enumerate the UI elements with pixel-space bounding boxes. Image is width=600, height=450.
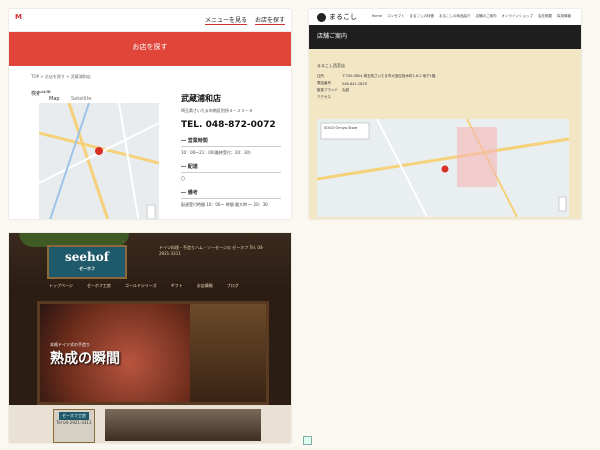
row-key: 住所 [317, 74, 324, 78]
map-graphic: Map Satellite [39, 93, 159, 219]
map-tab-satellite: Satellite [71, 96, 91, 102]
butcher-store-page: M メニューを見る お店を探す お店を探す TOP > お店を探す > 武蔵浦和… [9, 9, 291, 219]
find-store-link[interactable]: お店を探す [254, 17, 285, 25]
menu-item[interactable]: トップページ [49, 283, 73, 288]
page-banner: お店を探す [9, 32, 291, 66]
row-value [342, 94, 439, 101]
menu-item[interactable]: ゴールドシリーズ [125, 283, 157, 288]
nav-item[interactable]: コンセプト [387, 14, 405, 18]
nav-item[interactable]: オンラインショップ [502, 14, 534, 18]
site-header: まるこし Home コンセプト まるこしの特徴 まるこしの商品紹介 店舗のご案内 オンライ… [309, 9, 581, 25]
nav-item[interactable]: 店舗のご案内 [476, 14, 497, 18]
nav-item[interactable]: まるこしの商品紹介 [439, 14, 471, 18]
hero-catchcopy: 本格ドイツ式の手造り 熟成の瞬間 [50, 342, 120, 367]
notes-value: 配達受付時間 10：00～ 時間 最大時 ～ 20：30 [181, 202, 268, 207]
nav-item[interactable]: Home [372, 14, 382, 18]
store-photo [105, 409, 261, 441]
seehof-sign-logo[interactable]: seehof ゼーホフ [47, 245, 127, 279]
notes-heading: ― 備考 [181, 189, 281, 199]
top-nav: Home コンセプト まるこしの特徴 まるこしの商品紹介 店舗のご案内 オンラインショップ… [367, 14, 571, 19]
menu-item[interactable]: ブログ [227, 283, 239, 288]
row-value: 048-641-1829 [342, 81, 367, 86]
details-row: 電話番号 048-641-1829 [317, 80, 439, 87]
page-title-bar: 店舗ご案内 [309, 25, 581, 49]
store-map[interactable]: Map Satellite [39, 93, 159, 219]
map-graphic: SOGO Omiya Store [317, 119, 569, 217]
site-logo[interactable]: M [15, 13, 22, 21]
breadcrumb[interactable]: TOP > お店を探す > 武蔵浦和店 [31, 74, 291, 80]
nav-item[interactable]: 採用情報 [557, 14, 571, 18]
menu-item[interactable]: ゼーホフ工房 [87, 283, 111, 288]
store-phone[interactable]: TEL. 048-872-0072 [181, 120, 281, 130]
site-logo[interactable]: まるこし [317, 12, 357, 22]
menu-view-link[interactable]: メニューを見る [205, 17, 248, 25]
map-tab-map: Map [49, 96, 60, 102]
site-header: seehof ゼーホフ ドイツ料理・手造りハム・ソーセージの ゼーホフ Tel.… [9, 233, 291, 295]
details-row: アクセス [317, 94, 439, 101]
workshop-badge[interactable]: ゼーホフ工房 Tel 04-2921-3311 [53, 409, 95, 443]
marukoshi-store-page: まるこし Home コンセプト まるこしの特徴 まるこしの商品紹介 店舗のご案内 オンライ… [309, 9, 581, 219]
hero-image: 本格ドイツ式の手造り 熟成の瞬間 [37, 301, 269, 405]
hours-heading: ― 営業時間 [181, 137, 281, 147]
header-menu: メニューを見る お店を探す [199, 15, 285, 25]
details-row: 取扱ブランド 丸越 [317, 87, 439, 94]
map-badge: SOGO Omiya Store [324, 126, 357, 130]
row-value: 丸越 [342, 88, 349, 92]
hours-value: 10：00～21：00(最終受付：20：30) [181, 150, 251, 155]
broken-image-icon [303, 436, 312, 445]
delivery-value: 〇 [181, 176, 185, 181]
menu-item[interactable]: お店情報 [197, 283, 213, 288]
content-strip: ゼーホフ工房 Tel 04-2921-3311 [9, 405, 291, 443]
store-info: 武蔵浦和店 埼玉県さいたま市南区別所４－２３－８ TEL. 048-872-00… [181, 93, 281, 208]
nav-item[interactable]: 会社概要 [538, 14, 552, 18]
menu-item[interactable]: ギフト [171, 283, 183, 288]
restaurant-interior-image [190, 304, 266, 402]
shop-info-text: ドイツ料理・手造りハム・ソーセージの ゼーホフ Tel. 04-2921-331… [159, 245, 264, 256]
map-pin-icon [95, 147, 103, 155]
banner-title: お店を探す [132, 43, 168, 51]
store-name: 武蔵浦和店 [181, 94, 221, 103]
site-header: M メニューを見る お店を探す [9, 9, 291, 32]
row-value: 〒330-0854 埼玉県さいたま市大宮区桜木町1-6-2 地下1階 [342, 74, 436, 78]
store-details-table: 住所 〒330-0854 埼玉県さいたま市大宮区桜木町1-6-2 地下1階電話番号… [317, 73, 439, 101]
store-address: 埼玉県さいたま市南区別所４－２３－８ [181, 108, 253, 113]
row-key: アクセス [317, 95, 331, 99]
main-menu: トップページ ゼーホフ工房 ゴールドシリーズ ギフト お店情報 ブログ [49, 283, 253, 289]
nav-item[interactable]: まるこしの特徴 [410, 14, 435, 18]
row-key: 取扱ブランド [317, 88, 338, 92]
map-pin-icon [441, 165, 449, 173]
seehof-homepage: seehof ゼーホフ ドイツ料理・手造りハム・ソーセージの ゼーホフ Tel.… [9, 233, 291, 443]
details-row: 住所 〒330-0854 埼玉県さいたま市大宮区桜木町1-6-2 地下1階 [317, 73, 439, 80]
store-map[interactable]: SOGO Omiya Store [317, 119, 569, 217]
store-heading: まるこし西宮店 [317, 63, 345, 68]
delivery-heading: ― 配達 [181, 163, 281, 173]
logo-mark-icon [317, 12, 326, 22]
row-key: 電話番号 [317, 81, 331, 85]
